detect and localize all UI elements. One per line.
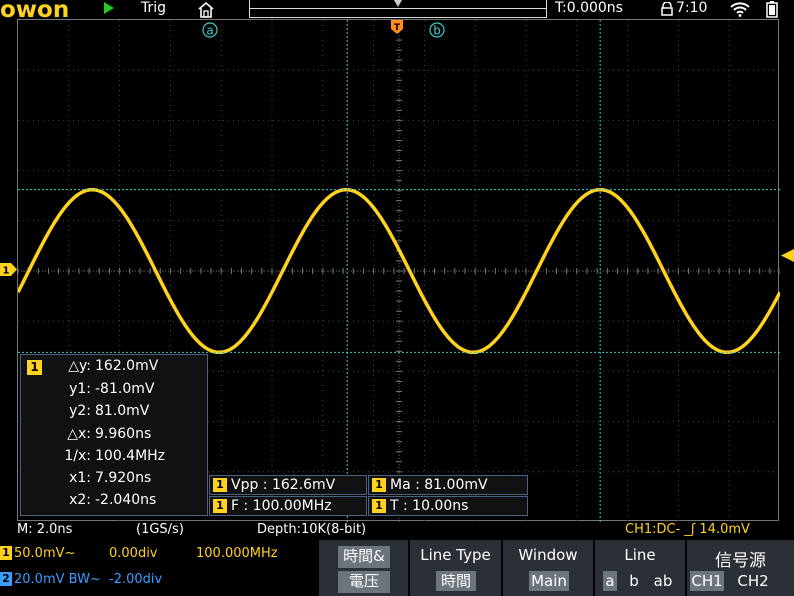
svg-text:a: a [206, 24, 213, 38]
measure-ma-channel: 1 [372, 478, 386, 492]
memory-depth-readout: Depth:10K(8-bit) [257, 522, 367, 537]
svg-text:1: 1 [3, 266, 10, 277]
line-option-b[interactable]: b [627, 571, 641, 591]
svg-text:b: b [433, 24, 441, 38]
x1-key: x1: [69, 470, 91, 486]
timebase-readout: M: 2.0ns [17, 522, 73, 537]
acquisition-status-line: M: 2.0ns (1GS/s) Depth:10K(8-bit) CH1:DC… [0, 521, 794, 540]
line-option-ab[interactable]: ab [651, 571, 675, 591]
line-option-a[interactable]: a [603, 571, 617, 591]
measure-period[interactable]: 1 T : 10.00ns [368, 496, 528, 516]
y1-value: -81.0mV [95, 381, 155, 397]
ch1-info-row[interactable]: 1 50.0mV~ 0.00div 100.000MHz [0, 540, 318, 564]
y2-value: 81.0mV [95, 403, 150, 419]
delta-y-key: △y: [68, 358, 91, 374]
y2-key: y2: [69, 403, 91, 419]
menu-window-button[interactable]: Window Main [502, 540, 593, 596]
cursor-channel-badge: 1 [27, 360, 42, 375]
line-type-title: Line Type [420, 546, 491, 564]
x2-key: x2: [69, 492, 91, 508]
measure-period-text: T : 10.00ns [390, 498, 469, 514]
window-title: Window [518, 546, 578, 564]
measure-vpp-text: Vpp : 162.6mV [231, 477, 336, 493]
x1-value: 7.920ns [95, 470, 152, 486]
cursor-a-label[interactable]: a [202, 22, 218, 38]
measure-ma[interactable]: 1 Ma : 81.00mV [368, 475, 528, 495]
measure-vpp-channel: 1 [213, 478, 227, 492]
sample-rate-readout: (1GS/s) [136, 522, 184, 537]
measure-vpp[interactable]: 1 Vpp : 162.6mV [209, 475, 367, 495]
ch1-scale: 50.0mV~ [14, 546, 76, 561]
cursor-labels: a b T [202, 20, 445, 38]
ch1-frequency: 100.000MHz [196, 546, 278, 561]
window-value: Main [529, 571, 569, 591]
line-type-value: 時間 [436, 571, 476, 591]
ch1-badge: 1 [0, 546, 12, 560]
ch2-scale: 20.0mV BW~ [14, 572, 101, 587]
cursor-measurement-panel: 1 △y: 162.0mV y1: -81.0mV y2: 81.0mV △x:… [20, 354, 208, 516]
menu-mode-button[interactable]: 時間& 電压 [318, 540, 408, 596]
source-option-ch2[interactable]: CH2 [735, 571, 771, 591]
mode-time-voltage-top: 時間& [338, 546, 390, 568]
source-title: 信号源 [715, 551, 766, 571]
menu-source-button[interactable]: 信号源 CH1 CH2 [686, 540, 794, 596]
delta-y-value: 162.0mV [95, 358, 159, 374]
delta-x-value: 9.960ns [95, 426, 152, 442]
ch2-badge: 2 [0, 572, 12, 586]
measure-frequency-text: F : 100.00MHz [231, 498, 332, 514]
inverse-x-value: 100.4MHz [95, 448, 166, 464]
measure-period-channel: 1 [372, 499, 386, 513]
ch1-offset: 0.00div [109, 546, 158, 561]
delta-x-key: △x: [67, 426, 91, 442]
measure-frequency[interactable]: 1 F : 100.00MHz [209, 496, 367, 516]
measure-frequency-channel: 1 [213, 499, 227, 513]
ch2-info-row[interactable]: 2 20.0mV BW~ -2.00div [0, 566, 318, 590]
ch1-offset-marker-icon[interactable]: 1 [0, 263, 17, 276]
ch2-offset: -2.00div [109, 572, 163, 587]
x2-value: -2.040ns [95, 492, 157, 508]
svg-text:T: T [394, 23, 401, 33]
cursor-b-label[interactable]: b [429, 22, 445, 38]
mode-time-voltage-bottom: 電压 [338, 571, 390, 593]
line-title: Line [624, 546, 656, 564]
y1-key: y1: [69, 381, 91, 397]
measure-ma-text: Ma : 81.00mV [390, 477, 488, 493]
menu-line-type-button[interactable]: Line Type 時間 [409, 540, 501, 596]
inverse-x-key: 1/x: [64, 448, 91, 464]
menu-line-button[interactable]: Line a b ab [594, 540, 685, 596]
source-option-ch1[interactable]: CH1 [690, 571, 724, 591]
trigger-setting-readout: CH1:DC- _ʃ 14.0mV [625, 522, 750, 537]
trigger-level-marker-icon[interactable] [781, 249, 794, 262]
trigger-position-marker[interactable]: T [391, 20, 403, 34]
